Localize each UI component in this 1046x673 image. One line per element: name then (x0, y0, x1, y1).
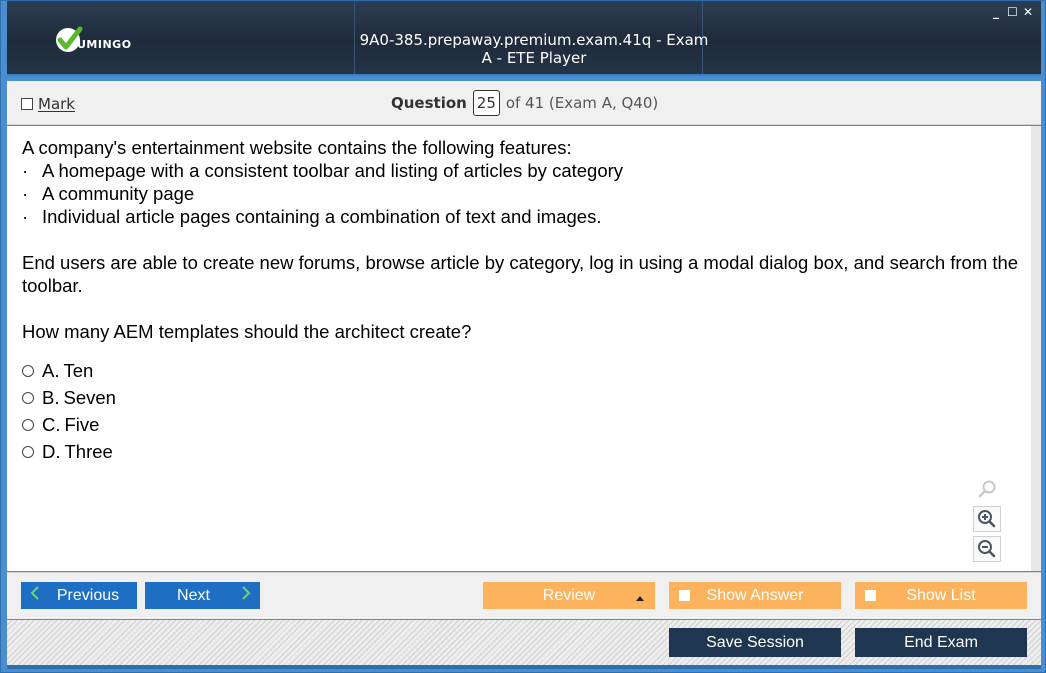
zoom-controls (973, 476, 1001, 562)
navigation-bar: Previous Next Review Show Answer Show Li… (7, 572, 1041, 619)
vertical-scrollbar[interactable] (1031, 126, 1041, 571)
title-bar: UMINGO 9A0-385.prepaway.premium.exam.41q… (7, 1, 1041, 76)
chevron-left-icon (29, 585, 41, 606)
feature-text: A homepage with a consistent toolbar and… (42, 160, 624, 181)
bullet-icon: · (22, 183, 29, 204)
option-letter: C. (42, 414, 61, 435)
feature-text: Individual article pages containing a co… (42, 206, 602, 227)
question-paragraph: End users are able to create new forums,… (22, 252, 1019, 296)
checkbox-icon[interactable] (21, 98, 33, 110)
window-controls: _ ☐ ✕ (991, 6, 1033, 18)
review-button[interactable]: Review (483, 582, 655, 609)
answer-option-b[interactable]: B. Seven (22, 384, 1022, 411)
app-window: UMINGO 9A0-385.prepaway.premium.exam.41q… (0, 0, 1046, 673)
radio-button[interactable] (22, 391, 34, 404)
previous-label: Previous (56, 586, 120, 604)
option-letter: A. (42, 360, 60, 381)
checkbox-icon[interactable] (865, 590, 876, 601)
bullet-icon: · (22, 206, 29, 227)
list-item: · Individual article pages containing a … (22, 205, 1022, 228)
question-bar: Mark Question 25 of 41 (Exam A, Q40) (7, 81, 1041, 125)
title-divider (354, 1, 355, 74)
answer-option-c[interactable]: C. Five (22, 411, 1022, 438)
feature-text: A community page (42, 183, 195, 204)
option-text: Three (64, 441, 113, 462)
feature-list: · A homepage with a consistent toolbar a… (22, 159, 1022, 228)
review-label: Review (542, 586, 596, 604)
zoom-out-button[interactable] (973, 536, 1001, 562)
question-content: A company's entertainment website contai… (7, 126, 1041, 571)
answer-options: A. Ten B. Seven C. Five D. Three (22, 357, 1022, 465)
question-label: Question (391, 94, 467, 112)
show-answer-button[interactable]: Show Answer (669, 582, 841, 609)
radio-button[interactable] (22, 364, 34, 377)
question-info: Question 25 of 41 (Exam A, Q40) (391, 90, 658, 116)
question-prompt: How many AEM templates should the archit… (22, 321, 472, 342)
mark-label: Mark (38, 95, 75, 113)
save-session-label: Save Session (706, 633, 804, 651)
option-text: Seven (63, 387, 116, 408)
window-title: 9A0-385.prepaway.premium.exam.41q - Exam… (359, 31, 709, 67)
option-text: Ten (63, 360, 94, 381)
answer-option-d[interactable]: D. Three (22, 438, 1022, 465)
bullet-icon: · (22, 160, 29, 181)
save-session-button[interactable]: Save Session (669, 628, 841, 657)
answer-option-a[interactable]: A. Ten (22, 357, 1022, 384)
magnifier-icon (978, 480, 996, 498)
option-text: Five (64, 414, 100, 435)
show-list-label: Show List (906, 586, 976, 604)
chevron-right-icon (240, 585, 252, 606)
end-exam-button[interactable]: End Exam (855, 628, 1027, 657)
list-item: · A homepage with a consistent toolbar a… (22, 159, 1022, 182)
option-letter: D. (42, 441, 61, 462)
next-button[interactable]: Next (145, 582, 260, 609)
show-answer-label: Show Answer (706, 586, 804, 604)
caret-up-icon (635, 587, 645, 608)
radio-button[interactable] (22, 445, 34, 458)
minimize-icon[interactable]: _ (991, 6, 1001, 18)
question-number-input[interactable]: 25 (472, 90, 500, 116)
zoom-reset-button[interactable] (973, 476, 1001, 502)
app-logo: UMINGO (53, 23, 132, 57)
mark-checkbox[interactable]: Mark (21, 95, 75, 113)
footer-bar: Save Session End Exam (7, 620, 1041, 665)
checkbox-icon[interactable] (679, 590, 690, 601)
zoom-in-icon (978, 510, 996, 528)
previous-button[interactable]: Previous (21, 582, 137, 609)
question-count: of 41 (Exam A, Q40) (505, 94, 659, 112)
zoom-out-icon (978, 540, 996, 558)
show-list-button[interactable]: Show List (855, 582, 1027, 609)
logo-text: UMINGO (77, 37, 132, 51)
list-item: · A community page (22, 182, 1022, 205)
bottom-border (7, 665, 1041, 669)
maximize-icon[interactable]: ☐ (1007, 6, 1018, 18)
radio-button[interactable] (22, 418, 34, 431)
next-label: Next (177, 586, 210, 604)
option-letter: B. (42, 387, 60, 408)
end-exam-label: End Exam (904, 633, 978, 651)
question-text: A company's entertainment website contai… (22, 136, 1022, 465)
close-icon[interactable]: ✕ (1023, 6, 1033, 18)
question-intro: A company's entertainment website contai… (22, 137, 572, 158)
zoom-in-button[interactable] (973, 506, 1001, 532)
